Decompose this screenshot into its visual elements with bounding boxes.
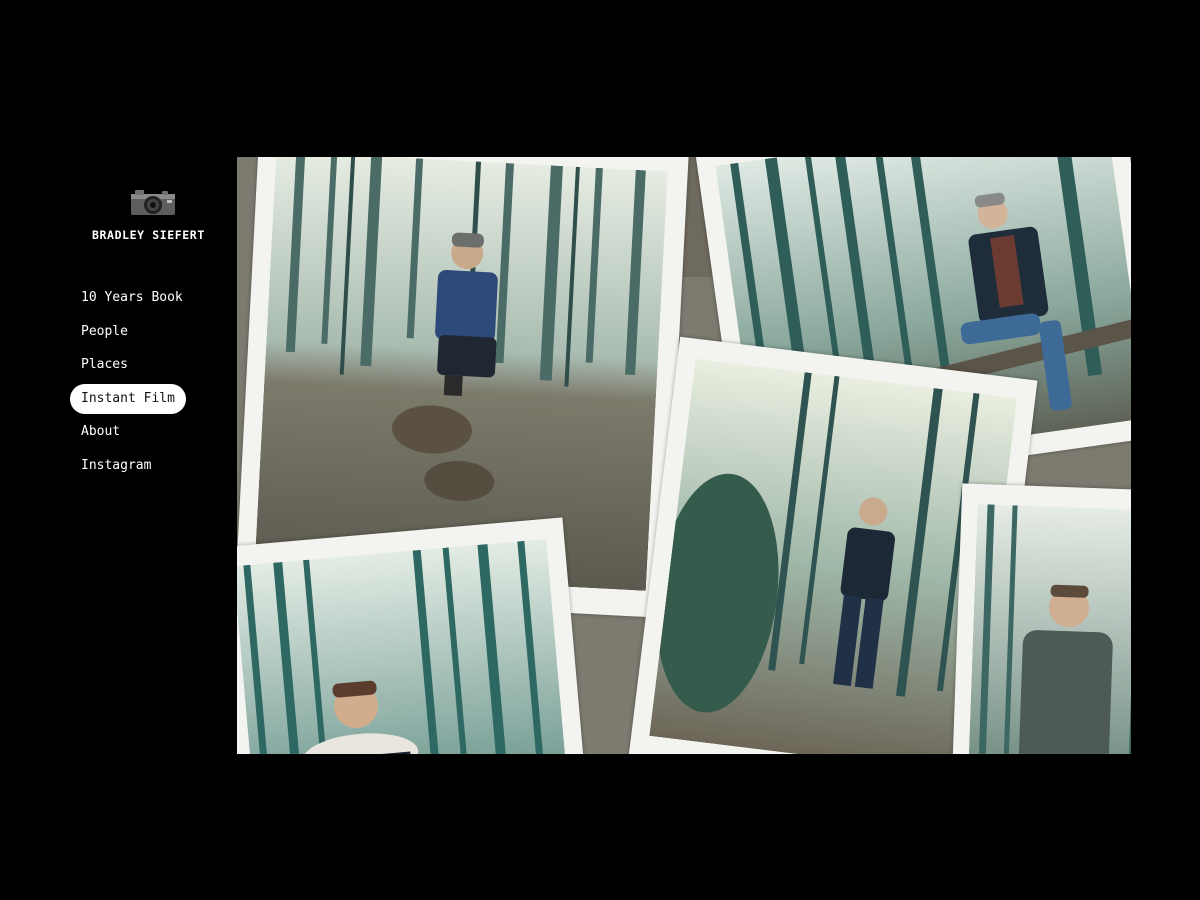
photo-man-grey-jacket	[968, 503, 1131, 754]
sidebar: BRADLEY SIEFERT 10 Years Book People Pla…	[0, 0, 236, 900]
nav-item-people[interactable]: People	[70, 320, 194, 344]
site-name[interactable]: BRADLEY SIEFERT	[92, 228, 205, 242]
nav-item-10-years-book[interactable]: 10 Years Book	[70, 286, 194, 310]
main-nav: 10 Years Book People Places Instant Film…	[70, 286, 194, 488]
polaroid-photo[interactable]	[237, 517, 591, 754]
nav-item-places[interactable]: Places	[70, 353, 194, 377]
nav-item-instant-film[interactable]: Instant Film	[70, 383, 186, 414]
polaroid-photo[interactable]	[951, 483, 1131, 754]
nav-item-instagram[interactable]: Instagram	[70, 454, 194, 478]
photo-man-parka	[237, 538, 571, 754]
camera-icon[interactable]	[130, 188, 176, 216]
instant-film-gallery[interactable]	[237, 157, 1131, 754]
nav-item-about[interactable]: About	[70, 420, 194, 444]
